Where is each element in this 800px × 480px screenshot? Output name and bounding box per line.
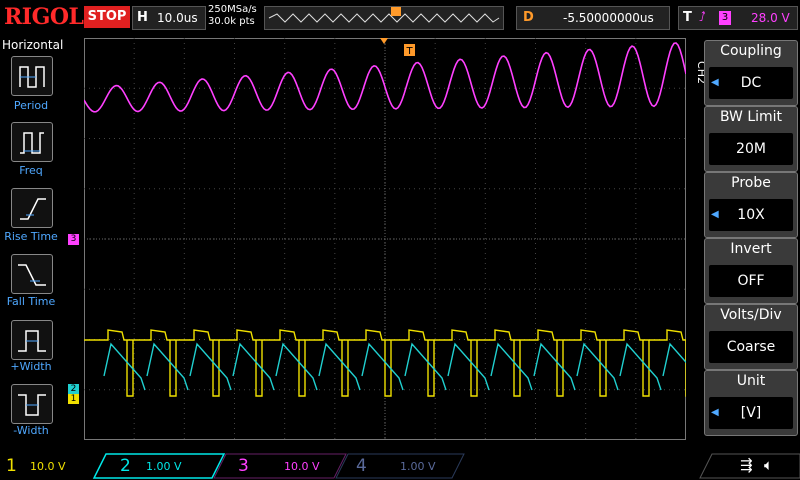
- unit-menu[interactable]: Unit [V] ◀: [704, 370, 798, 436]
- sound-muted-icon[interactable]: 🔈︎: [764, 456, 773, 474]
- trigger-level: 28.0 V: [751, 11, 790, 25]
- channel-1-number[interactable]: 1: [6, 456, 17, 476]
- unit-value: [V]: [709, 397, 793, 429]
- trigger-box[interactable]: T ⭜ 3 28.0 V: [678, 6, 798, 30]
- menu-title: Horizontal: [2, 38, 64, 52]
- channel-status-bar: 1 10.0 V 2 1.00 V 3 10.0 V 4 1.00 V ⇶ 🔈︎: [0, 452, 800, 480]
- invert-menu[interactable]: Invert OFF: [704, 238, 798, 304]
- memory-overview: [264, 6, 504, 30]
- coupling-arrow-icon: ◀: [711, 77, 719, 88]
- delay-box[interactable]: D -5.50000000us: [516, 6, 670, 30]
- bw-limit-value: 20M: [709, 133, 793, 165]
- trigger-label: T: [683, 10, 692, 25]
- timebase-box[interactable]: H 10.0us: [132, 6, 206, 30]
- horizontal-measure-menu: Horizontal Period Freq Rise Time Fall Ti…: [0, 36, 64, 448]
- unit-header: Unit: [736, 373, 766, 389]
- channel-3-number[interactable]: 3: [238, 456, 249, 476]
- fall-time-button[interactable]: [11, 254, 53, 294]
- delay-value: -5.50000000us: [563, 11, 654, 25]
- waveform-display[interactable]: T: [84, 38, 686, 440]
- negative-width-button[interactable]: [11, 384, 53, 424]
- negative-width-label: -Width: [13, 424, 49, 437]
- sample-rate: 250MSa/s: [208, 4, 257, 15]
- freq-label: Freq: [19, 164, 43, 177]
- top-status-bar: RIGOL STOP H 10.0us 250MSa/s 30.0k pts D…: [0, 0, 800, 36]
- invert-value: OFF: [709, 265, 793, 297]
- probe-menu[interactable]: Probe 10X ◀: [704, 172, 798, 238]
- usb-icon: ⇶: [740, 456, 753, 474]
- positive-width-label: +Width: [10, 360, 52, 373]
- timebase-value: 10.0us: [157, 11, 198, 25]
- channel-4-number[interactable]: 4: [356, 456, 367, 476]
- channel-3-marker[interactable]: 3: [68, 234, 79, 245]
- probe-arrow-icon: ◀: [711, 209, 719, 220]
- channel-4-scale[interactable]: 1.00 V: [400, 460, 436, 473]
- bw-limit-menu[interactable]: BW Limit 20M: [704, 106, 798, 172]
- period-label: Period: [13, 99, 49, 112]
- invert-header: Invert: [730, 241, 772, 257]
- fall-time-label: Fall Time: [6, 295, 56, 308]
- freq-button[interactable]: [11, 122, 53, 162]
- negative-width-icon: [18, 394, 46, 416]
- coupling-menu[interactable]: Coupling DC ◀: [704, 40, 798, 106]
- horizontal-label: H: [137, 10, 148, 25]
- channel-2-number[interactable]: 2: [120, 456, 131, 476]
- fall-time-icon: [18, 264, 46, 286]
- run-stop-indicator[interactable]: STOP: [84, 6, 130, 28]
- coupling-value: DC: [709, 67, 793, 99]
- memory-depth: 30.0k pts: [208, 16, 255, 27]
- channel-2-marker[interactable]: 2: [68, 384, 79, 394]
- rise-time-icon: [20, 198, 46, 220]
- positive-width-icon: [18, 330, 46, 352]
- channel-2-scale[interactable]: 1.00 V: [146, 460, 182, 473]
- probe-header: Probe: [731, 175, 771, 191]
- unit-arrow-icon: ◀: [711, 407, 719, 418]
- brand-logo: RIGOL: [4, 4, 84, 30]
- channel-3-scale[interactable]: 10.0 V: [284, 460, 320, 473]
- acquisition-info: 250MSa/s 30.0k pts: [208, 4, 257, 28]
- probe-value: 10X: [709, 199, 793, 231]
- volts-div-header: Volts/Div: [720, 307, 782, 323]
- positive-width-button[interactable]: [11, 320, 53, 360]
- bw-limit-header: BW Limit: [719, 109, 783, 125]
- coupling-header: Coupling: [720, 43, 782, 59]
- memory-overview-graphic: [268, 7, 500, 23]
- period-icon: [19, 66, 45, 88]
- rise-time-button[interactable]: [11, 188, 53, 228]
- delay-label: D: [523, 10, 534, 25]
- volts-div-menu[interactable]: Volts/Div Coarse: [704, 304, 798, 370]
- channel-2-waveform: [103, 342, 686, 391]
- trigger-marker-label: T: [405, 46, 413, 57]
- period-button[interactable]: [11, 56, 53, 96]
- rising-edge-icon: ⭜: [699, 10, 706, 25]
- volts-div-value: Coarse: [709, 331, 793, 363]
- channel-1-marker[interactable]: 1: [68, 394, 79, 404]
- rise-time-label: Rise Time: [4, 230, 58, 243]
- freq-icon: [20, 132, 44, 154]
- trigger-source: 3: [719, 11, 731, 25]
- channel-1-scale[interactable]: 10.0 V: [30, 460, 66, 473]
